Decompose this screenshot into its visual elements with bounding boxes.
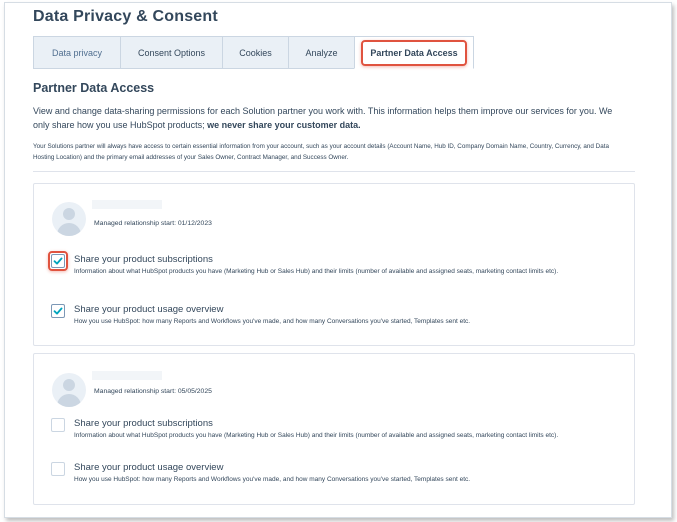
partner-card: Managed relationship start: 05/05/2025 S… <box>33 353 635 505</box>
intro-text: View and change data-sharing permissions… <box>33 106 613 130</box>
partner-name-redacted <box>92 371 162 380</box>
option-description: How you use HubSpot: how many Reports an… <box>74 318 471 325</box>
managed-relationship-start: Managed relationship start: 05/05/2025 <box>94 388 212 395</box>
partner-name-redacted <box>92 200 162 209</box>
intro-bold: we never share your customer data. <box>207 120 361 130</box>
check-icon <box>53 307 63 315</box>
tab-data-privacy[interactable]: Data privacy <box>33 36 120 69</box>
tab-highlight: Partner Data Access <box>361 39 467 66</box>
share-usage-checkbox[interactable] <box>51 462 65 476</box>
check-icon <box>53 257 63 265</box>
share-subscriptions-checkbox[interactable] <box>51 418 65 432</box>
tab-partner-data-access[interactable]: Partner Data Access <box>354 36 474 69</box>
avatar <box>52 373 86 407</box>
fine-print: Your Solutions partner will always have … <box>33 143 609 161</box>
share-subscriptions-checkbox[interactable] <box>51 254 65 268</box>
section-title: Partner Data Access <box>33 81 155 95</box>
option-title: Share your product subscriptions <box>74 254 213 265</box>
tab-bar: Data privacy Consent Options Cookies Ana… <box>33 36 474 69</box>
share-usage-checkbox[interactable] <box>51 304 65 318</box>
avatar <box>52 202 86 236</box>
option-title: Share your product subscriptions <box>74 418 213 429</box>
divider <box>33 171 635 172</box>
option-title: Share your product usage overview <box>74 304 224 315</box>
option-description: Information about what HubSpot products … <box>74 268 559 275</box>
partner-card: Managed relationship start: 01/12/2023 S… <box>33 183 635 346</box>
option-description: How you use HubSpot: how many Reports an… <box>74 476 471 483</box>
tab-analyze[interactable]: Analyze <box>288 36 354 69</box>
option-title: Share your product usage overview <box>74 462 224 473</box>
option-description: Information about what HubSpot products … <box>74 432 559 439</box>
page-title: Data Privacy & Consent <box>33 8 218 25</box>
tab-consent-options[interactable]: Consent Options <box>120 36 222 69</box>
managed-relationship-start: Managed relationship start: 01/12/2023 <box>94 220 212 227</box>
tab-cookies[interactable]: Cookies <box>222 36 288 69</box>
